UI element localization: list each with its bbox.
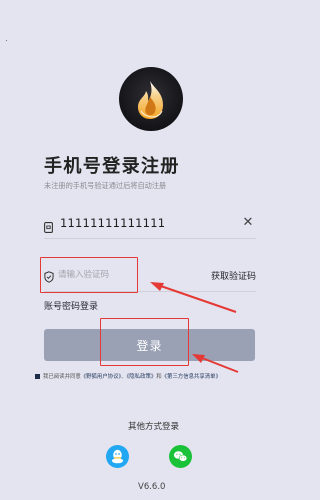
clear-icon[interactable]: ✕: [240, 214, 256, 232]
phone-row: 11111111111111 ✕: [44, 213, 256, 237]
phone-number-value[interactable]: 11111111111111: [60, 216, 165, 230]
annotation-box-login-button: [100, 318, 189, 366]
third-party-list-link[interactable]: 《第三方信息共享清单》: [162, 374, 221, 380]
wechat-icon: [173, 451, 188, 462]
get-code-button[interactable]: 获取验证码: [211, 269, 256, 282]
divider: [44, 238, 256, 239]
page-title: 手机号登录注册: [44, 156, 180, 177]
app-version: V6.6.0: [138, 482, 166, 492]
annotation-box-code-input: [40, 257, 138, 293]
user-agreement-link[interactable]: 《野狐用户协议》: [81, 374, 121, 380]
other-login-label: 其他方式登录: [128, 422, 180, 432]
phone-icon: [44, 218, 53, 237]
qq-login-button[interactable]: [106, 445, 129, 468]
qq-icon: [111, 449, 124, 464]
app-logo: [119, 67, 183, 131]
stray-dot: [6, 40, 7, 41]
page-subtitle: 未注册的手机号验证通过后将自动注册: [44, 181, 167, 190]
wechat-login-button[interactable]: [169, 445, 192, 468]
password-login-link[interactable]: 账号密码登录: [44, 299, 98, 312]
agreement-prefix: 我已阅读并同意: [43, 374, 81, 380]
annotation-arrow-to-code-input: [154, 283, 237, 313]
privacy-policy-link[interactable]: 《隐私政策》: [127, 374, 157, 380]
agreement-row: 我已阅读并同意《野狐用户协议》、《隐私政策》和《第三方信息共享清单》: [35, 372, 267, 384]
agreement-checkbox[interactable]: [35, 373, 40, 379]
